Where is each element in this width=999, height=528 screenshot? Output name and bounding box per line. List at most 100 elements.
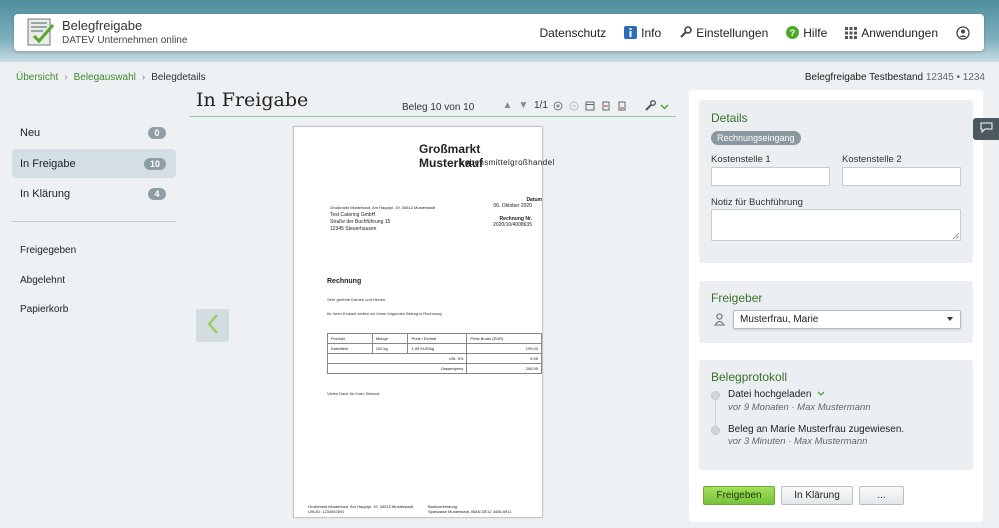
page-indicator: 1/1	[534, 100, 548, 111]
arrow-down-icon[interactable]: ▼	[518, 100, 529, 111]
document-counter: Beleg 10 von 10	[402, 102, 475, 113]
table-cell: USt. 5%	[326, 353, 468, 364]
nav-datenschutz[interactable]: Datenschutz	[539, 26, 606, 40]
count-badge: 10	[143, 157, 166, 170]
table-row: Produkt Menge Preis / Einheit Preis Brut…	[327, 333, 542, 344]
freigeber-panel: Freigeber Musterfrau, Marie	[699, 281, 973, 343]
sidebar-divider	[12, 221, 176, 222]
freigeber-select[interactable]: Musterfrau, Marie	[733, 310, 961, 329]
invoice-footer-right-2: Sparkasse Musterstadt, IBAN DE12 3456 89…	[428, 509, 512, 514]
breadcrumb-uebersicht[interactable]: Übersicht	[16, 72, 58, 83]
table-cell: 100 kg	[371, 343, 409, 354]
freigeber-title: Freigeber	[711, 291, 763, 305]
breadcrumb-belegauswahl[interactable]: Belegauswahl	[74, 72, 136, 83]
protokoll-entry-1-title[interactable]: Datei hochgeladen	[728, 389, 825, 400]
sidebar-link-freigegeben[interactable]: Freigegeben	[20, 245, 76, 256]
app-subtitle: DATEV Unternehmen online	[62, 35, 188, 46]
invoice-sender-line: Großmarkt Musterkauf, Am Hauptpl. 19, 34…	[330, 205, 435, 210]
table-row: USt. 5% 9,95	[326, 353, 542, 364]
nav-info-label: Info	[641, 25, 662, 40]
breadcrumb: Übersicht › Belegauswahl › Belegdetails	[16, 72, 206, 83]
belegprotokoll-panel: Belegprotokoll Datei hochgeladen vor 9 M…	[699, 360, 973, 470]
wrench-icon	[645, 100, 656, 114]
protokoll-entry-2-title: Beleg an Marie Musterfrau zugewiesen.	[728, 424, 905, 435]
in-klaerung-button[interactable]: In Klärung	[781, 486, 853, 505]
document-title: In Freigabe	[196, 89, 309, 111]
table-row: Kartoffeln 100 kg 1,99 EUR/kg 199,00	[327, 343, 542, 354]
table-header-cell: Preis / Einheit	[407, 333, 468, 344]
notiz-label: Notiz für Buchführung	[711, 197, 803, 208]
invoice-recipient-3: 12345 Steuerhausen	[330, 226, 377, 232]
notiz-textarea[interactable]	[711, 209, 961, 241]
document-tools-menu[interactable]	[645, 100, 669, 114]
table-header-cell: Menge	[371, 333, 409, 344]
nav-datenschutz-label: Datenschutz	[539, 25, 607, 40]
resize-handle-icon[interactable]	[953, 233, 959, 239]
invoice-heading: Rechnung	[327, 278, 362, 285]
sidebar-item-in-freigabe[interactable]: In Freigabe 10	[12, 149, 176, 178]
protokoll-entry-label: Datei hochgeladen	[728, 389, 812, 400]
invoice-recipient-1: Test Catering GmbH	[330, 212, 376, 218]
testbestand-info: Belegfreigabe Testbestand 12345 • 1234	[805, 72, 985, 83]
details-title: Details	[711, 111, 748, 125]
details-panel: Details Rechnungseingang Kostenstelle 1 …	[699, 100, 973, 263]
testbestand-label: Belegfreigabe Testbestand	[804, 72, 924, 83]
header-nav: Datenschutz Info Einstellungen ? Hilfe A…	[521, 14, 974, 51]
nav-einstellungen[interactable]: Einstellungen	[679, 26, 768, 40]
sidebar-item-label: Neu	[20, 126, 41, 139]
chevron-right-icon: ›	[141, 72, 146, 83]
table-cell: 9,95	[466, 353, 542, 364]
nav-info[interactable]: Info	[624, 26, 661, 40]
freigeber-selected-value: Musterfrau, Marie	[740, 314, 819, 325]
kostenstelle2-input[interactable]	[842, 167, 961, 186]
invoice-recipient-2: Straße der Buchführung 15	[330, 219, 391, 225]
table-cell: 208,95	[466, 363, 542, 374]
invoice-brand-sub: Lebensmittelgroßhandel	[460, 158, 555, 167]
feedback-button[interactable]	[973, 118, 999, 140]
invoice-footer-left-2: USt-ID: 1234567891	[308, 509, 345, 514]
svg-text:?: ?	[790, 28, 796, 38]
fit-page-icon[interactable]	[585, 100, 596, 111]
caret-down-icon	[947, 317, 953, 321]
kostenstelle1-input[interactable]	[711, 167, 830, 186]
nav-anwendungen-label: Anwendungen	[861, 25, 938, 40]
invoice-date-value: 06. Oktober 2020	[493, 203, 532, 209]
user-account-button[interactable]	[956, 25, 974, 40]
table-cell: Gesamtpreis	[326, 363, 468, 374]
rotate-right-icon[interactable]	[617, 100, 628, 111]
sidebar-link-abgelehnt[interactable]: Abgelehnt	[20, 275, 65, 286]
kostenstelle2-label: Kostenstelle 2	[842, 154, 902, 165]
zoom-in-icon[interactable]	[553, 100, 564, 111]
chevron-down-icon[interactable]	[817, 389, 825, 400]
sidebar-link-papierkorb[interactable]: Papierkorb	[20, 304, 68, 315]
nav-hilfe[interactable]: ? Hilfe	[786, 26, 827, 40]
zoom-out-icon[interactable]	[569, 100, 580, 111]
freigeben-button[interactable]: Freigeben	[703, 486, 775, 505]
timeline-dot	[711, 426, 720, 435]
document-preview[interactable]: Großmarkt Musterkauf Lebensmittelgroßhan…	[293, 126, 554, 518]
rotate-left-icon[interactable]	[601, 100, 612, 111]
count-badge: 0	[148, 126, 166, 139]
nav-hilfe-label: Hilfe	[803, 25, 828, 40]
document-toolbar: ▲ ▼ 1/1	[502, 100, 628, 111]
person-icon	[714, 313, 725, 329]
app-title: Belegfreigabe	[62, 18, 143, 33]
title-underline	[190, 116, 676, 117]
sidebar-item-neu[interactable]: Neu 0	[12, 118, 176, 147]
sidebar-item-label: In Klärung	[20, 187, 71, 200]
count-badge: 4	[148, 187, 166, 200]
table-row: Gesamtpreis 208,95	[326, 363, 542, 374]
table-cell: 1,99 EUR/kg	[407, 343, 468, 354]
nav-anwendungen[interactable]: Anwendungen	[845, 26, 938, 40]
arrow-up-icon[interactable]: ▲	[502, 100, 513, 111]
user-icon	[956, 25, 970, 40]
protokoll-entry-2-meta: vor 3 Minuten · Max Mustermann	[728, 436, 868, 447]
sidebar-item-in-klaerung[interactable]: In Klärung 4	[12, 179, 176, 208]
chevron-left-icon	[206, 313, 220, 338]
nav-einstellungen-label: Einstellungen	[696, 25, 769, 40]
table-header-cell: Preis Brutto (EUR)	[466, 333, 542, 344]
more-actions-button[interactable]: ...	[859, 486, 904, 505]
sidebar-item-label: In Freigabe	[20, 157, 76, 170]
app-logo-icon	[26, 17, 56, 47]
previous-document-button[interactable]	[196, 309, 229, 342]
